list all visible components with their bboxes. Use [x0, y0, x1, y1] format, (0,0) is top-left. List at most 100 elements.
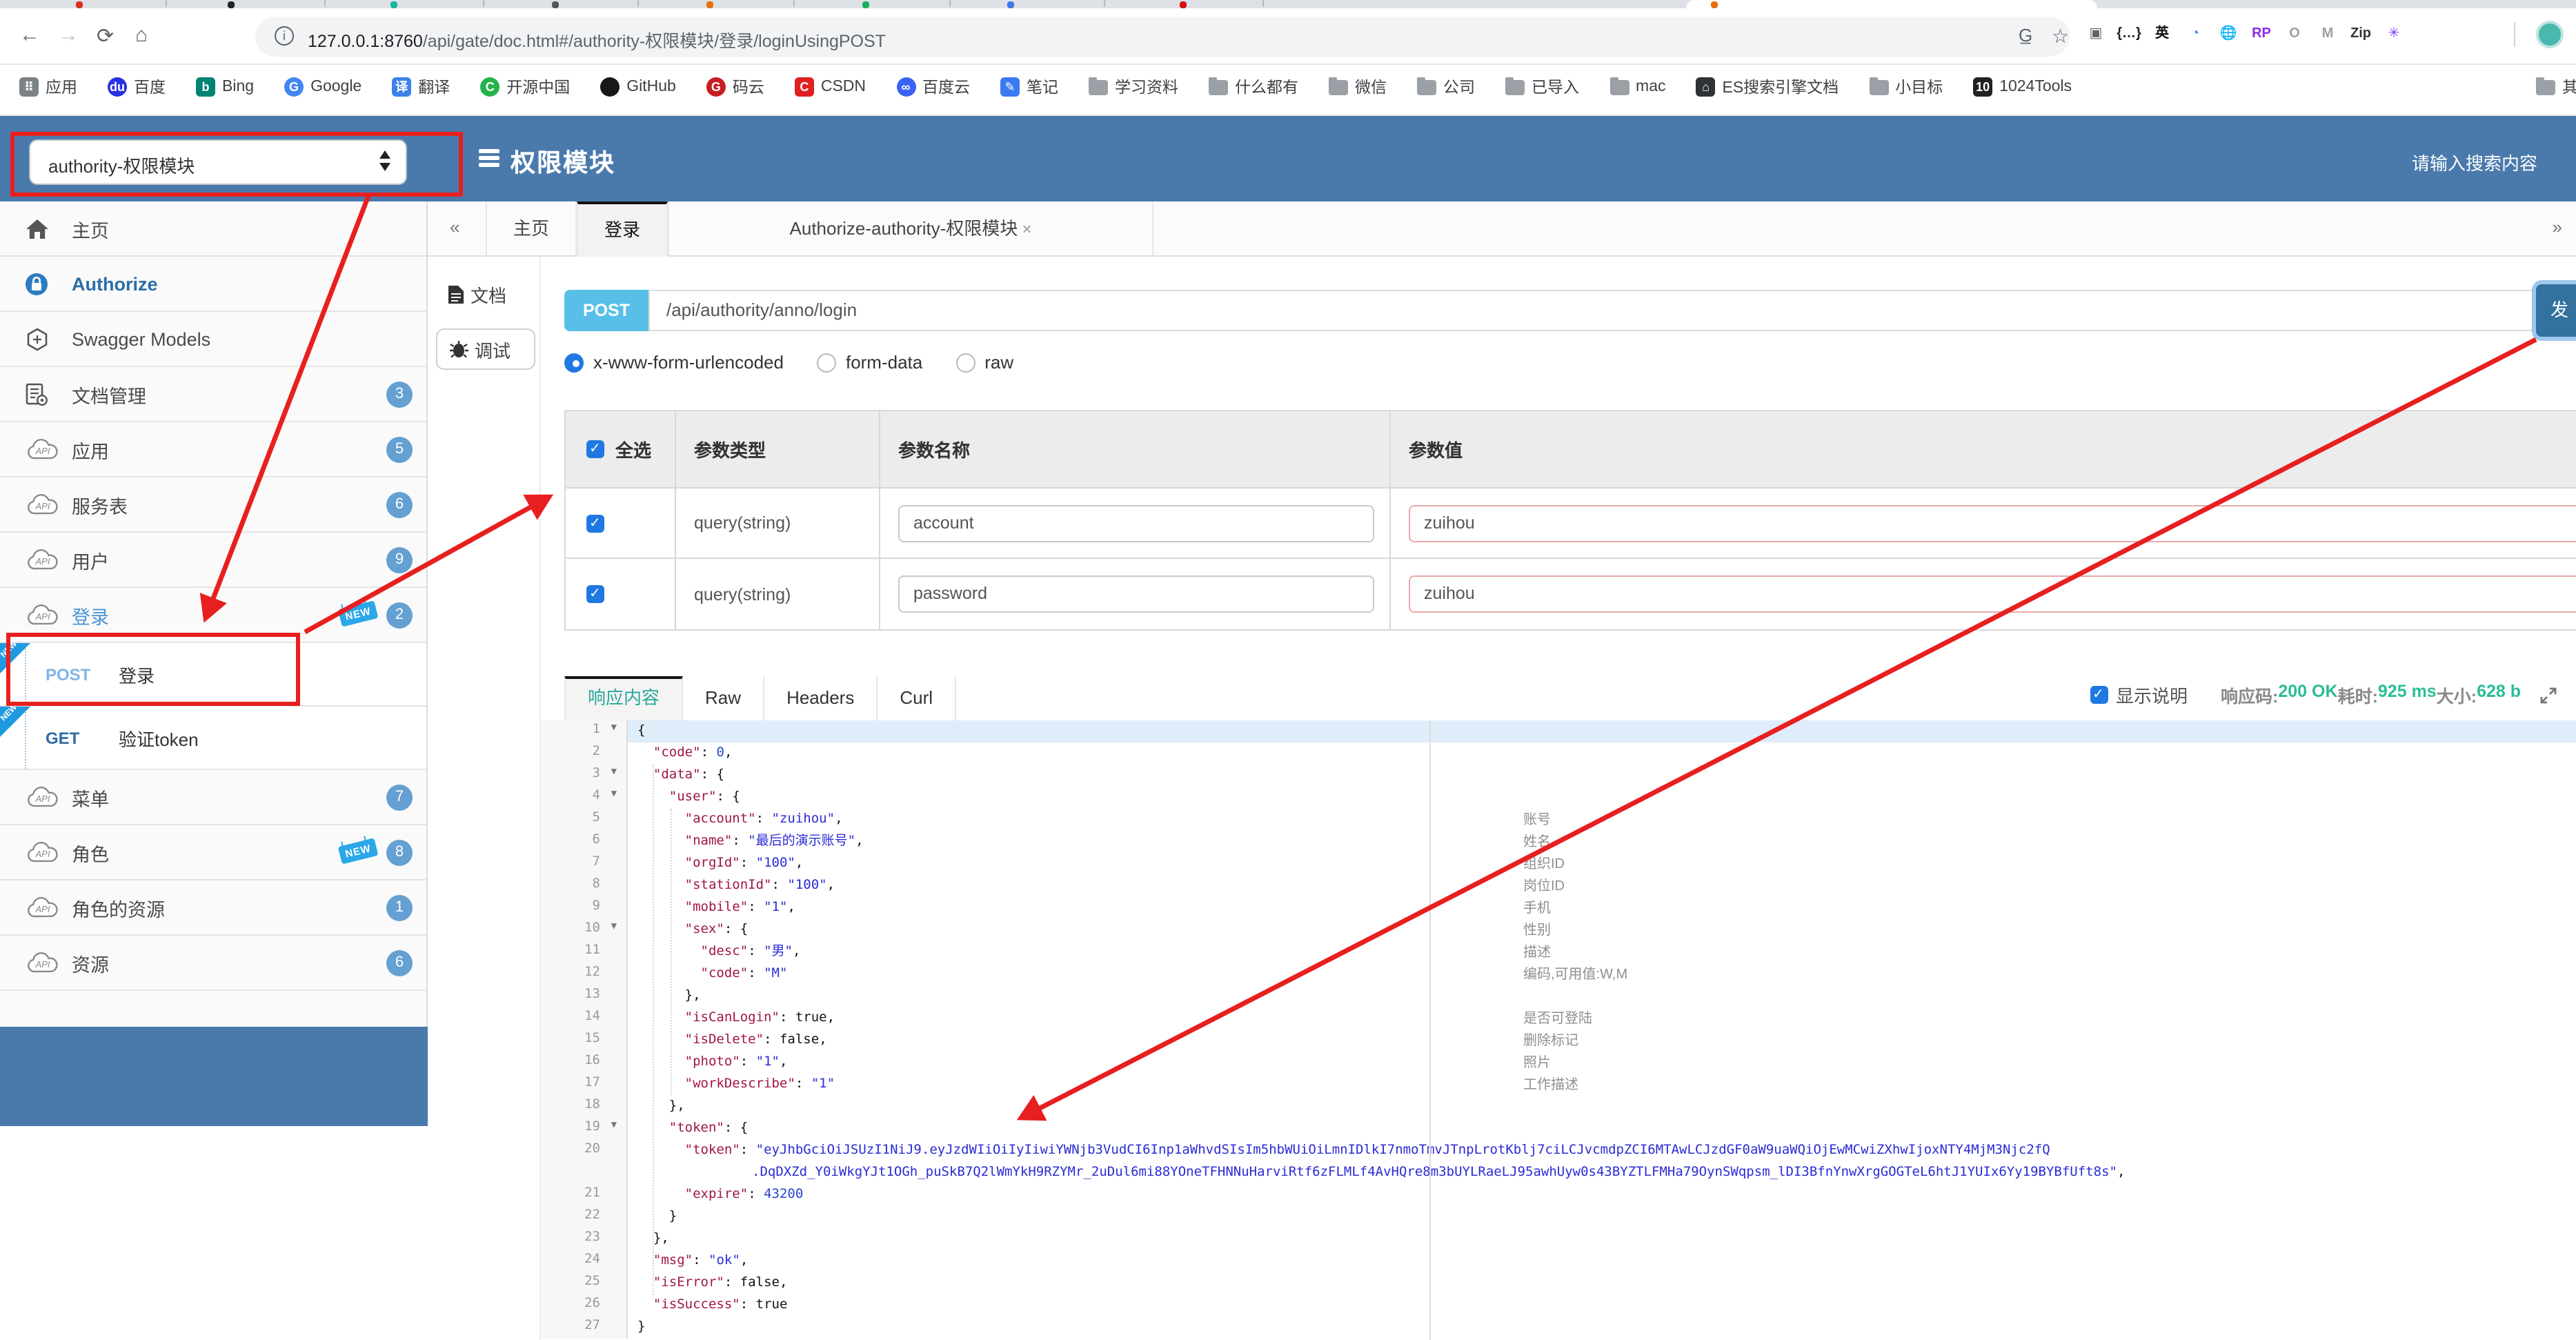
bookmark-item[interactable]: 微信 [1329, 76, 1387, 98]
fold-icon[interactable]: ▼ [611, 766, 617, 777]
param-value-input[interactable]: zuihou [1409, 575, 2576, 613]
bookmark-item[interactable]: 公司 [1417, 76, 1475, 98]
browser-tab-favicon[interactable] [1180, 1, 1187, 8]
address-bar[interactable]: i 127.0.0.1:8760/api/gate/doc.html#/auth… [255, 17, 2070, 57]
extension-icon[interactable]: ▣ [2083, 22, 2108, 47]
home-icon[interactable]: ⌂ [135, 23, 148, 47]
fold-icon[interactable]: ▼ [611, 1119, 617, 1130]
radio-form-data[interactable]: form-data [816, 352, 922, 373]
fold-icon[interactable]: ▼ [611, 920, 617, 932]
bookmark-item[interactable]: ∞ 百度云 [896, 76, 970, 98]
tabs-collapse-icon[interactable]: « [450, 217, 459, 237]
bookmark-item[interactable]: b Bing [196, 77, 254, 97]
page-info-icon[interactable]: i [275, 26, 294, 46]
select-all-checkbox[interactable] [586, 440, 604, 458]
browser-tab-strip[interactable] [0, 0, 2576, 8]
sidebar-item-资源[interactable]: API 资源 6 [0, 936, 426, 991]
browser-tab-favicon[interactable] [862, 1, 869, 8]
bookmark-item[interactable]: G Google [284, 77, 361, 97]
bookmark-item[interactable]: C 开源中国 [480, 76, 570, 98]
nav-tab-文档[interactable]: 文档 [436, 273, 535, 315]
sidebar-operation-get[interactable]: NEW GET 验证token [0, 704, 426, 770]
browser-tab-favicon[interactable] [228, 1, 235, 8]
sidebar-item-Swagger Models[interactable]: Swagger Models [0, 312, 426, 367]
sidebar-operation-post[interactable]: NEW POST 登录 [0, 640, 426, 707]
translate-icon[interactable]: G̲ [2019, 25, 2032, 46]
browser-tab-favicon[interactable] [76, 1, 83, 8]
sidebar-item-主页[interactable]: 主页 [0, 201, 426, 257]
nav-tab-调试[interactable]: 调试 [436, 328, 535, 370]
profile-avatar[interactable] [2536, 21, 2564, 48]
module-select[interactable]: authority-权限模块 [29, 139, 407, 185]
bookmark-item[interactable]: ⠿ 应用 [19, 76, 77, 98]
bookmark-item[interactable]: 学习资料 [1089, 76, 1178, 98]
bookmark-item[interactable]: ⌂ ES搜索引擎文档 [1696, 76, 1839, 98]
doc-tab-登录[interactable]: 登录× [577, 201, 668, 293]
bookmark-item[interactable]: G 码云 [706, 76, 764, 98]
sidebar-item-Authorize[interactable]: Authorize [0, 257, 426, 312]
active-browser-tab[interactable] [1686, 0, 2097, 8]
bookmark-overflow-folder[interactable]: 其 [2536, 76, 2576, 98]
show-description-checkbox[interactable] [2090, 686, 2108, 704]
response-body-editor[interactable]: 1 ▼{2 "code": 0, 3 ▼ "data": {4 ▼ "user": {5… [541, 720, 2576, 1340]
browser-tab-favicon[interactable] [552, 1, 559, 8]
doc-tab-主页[interactable]: 主页 [486, 201, 577, 257]
close-tab-icon[interactable]: × [1022, 219, 1031, 239]
param-name-input[interactable]: account [898, 504, 1374, 542]
response-tab-Raw[interactable]: Raw [683, 676, 765, 720]
back-icon[interactable]: ← [19, 23, 40, 47]
sidebar-item-应用[interactable]: API 应用 5 [0, 422, 426, 477]
bookmark-item[interactable]: du 百度 [108, 76, 166, 98]
extension-icon[interactable]: ◔ [2183, 22, 2208, 47]
response-tab-响应内容[interactable]: 响应内容 [564, 676, 684, 720]
bookmark-item[interactable]: 什么都有 [1209, 76, 1298, 98]
response-tab-Curl[interactable]: Curl [878, 676, 957, 720]
bookmark-star-icon[interactable]: ☆ [2052, 25, 2069, 48]
sidebar-item-菜单[interactable]: API 菜单 7 [0, 770, 426, 825]
fullscreen-icon[interactable] [2540, 687, 2557, 703]
show-description-toggle[interactable]: 显示说明 [2090, 682, 2188, 708]
extension-icon[interactable]: RP [2249, 22, 2274, 47]
extension-icon[interactable]: Zip [2348, 22, 2373, 47]
bookmark-item[interactable]: ✎ 笔记 [1000, 76, 1058, 98]
bookmark-item[interactable]: mac [1609, 77, 1666, 95]
bookmark-item[interactable]: 10 1024Tools [1973, 77, 2072, 97]
browser-tab-favicon[interactable] [706, 1, 713, 8]
extension-icon[interactable]: {…} [2117, 22, 2141, 47]
param-checkbox[interactable] [586, 514, 604, 532]
extension-icon[interactable]: O [2282, 22, 2307, 47]
sidebar-item-角色的资源[interactable]: API 角色的资源 1 [0, 880, 426, 936]
send-button[interactable]: 发 [2536, 284, 2576, 337]
param-name-input[interactable]: password [898, 575, 1374, 613]
extension-icon[interactable]: M [2315, 22, 2340, 47]
browser-tab-favicon[interactable] [390, 1, 397, 8]
param-checkbox[interactable] [586, 585, 604, 603]
header-search-input[interactable]: 请输入搜索内容 [2412, 149, 2537, 175]
doc-tab-Authorize-authority-权限模块[interactable]: Authorize-authority-权限模块 × [668, 201, 1153, 257]
bookmark-item[interactable]: 已导入 [1505, 76, 1579, 98]
bookmark-item[interactable]: C CSDN [794, 77, 866, 97]
extension-icon[interactable]: ✳ [2381, 22, 2406, 47]
bookmark-item[interactable]: 译翻译 [392, 76, 450, 98]
radio-raw[interactable]: raw [955, 352, 1013, 373]
forward-icon[interactable]: → [58, 23, 79, 47]
browser-tab-favicon[interactable] [1007, 1, 1014, 8]
sidebar-item-服务表[interactable]: API 服务表 6 [0, 477, 426, 533]
extension-icon[interactable]: 🌐 [2216, 22, 2241, 47]
bookmark-item[interactable]: GitHub [600, 77, 676, 97]
request-url-input[interactable]: /api/authority/anno/login [648, 290, 2533, 331]
sidebar-item-文档管理[interactable]: 文档管理 3 [0, 367, 426, 422]
fold-icon[interactable]: ▼ [611, 788, 617, 799]
extension-icon[interactable]: 英 [2150, 22, 2174, 47]
param-value-input[interactable]: zuihou [1409, 504, 2576, 542]
tabs-expand-icon[interactable]: » [2553, 217, 2562, 237]
menu-toggle-icon[interactable] [479, 149, 499, 170]
bookmark-item[interactable]: 小目标 [1869, 76, 1943, 98]
sidebar-item-用户[interactable]: API 用户 9 [0, 533, 426, 588]
sidebar-item-登录[interactable]: API 登录 NEW 2 [0, 588, 426, 643]
reload-icon[interactable]: ⟳ [97, 23, 114, 48]
response-tab-Headers[interactable]: Headers [764, 676, 878, 720]
fold-icon[interactable]: ▼ [611, 722, 617, 733]
radio-x-www-form-urlencoded[interactable]: x-www-form-urlencoded [564, 352, 784, 373]
url-text[interactable]: 127.0.0.1:8760/api/gate/doc.html#/author… [308, 26, 886, 52]
